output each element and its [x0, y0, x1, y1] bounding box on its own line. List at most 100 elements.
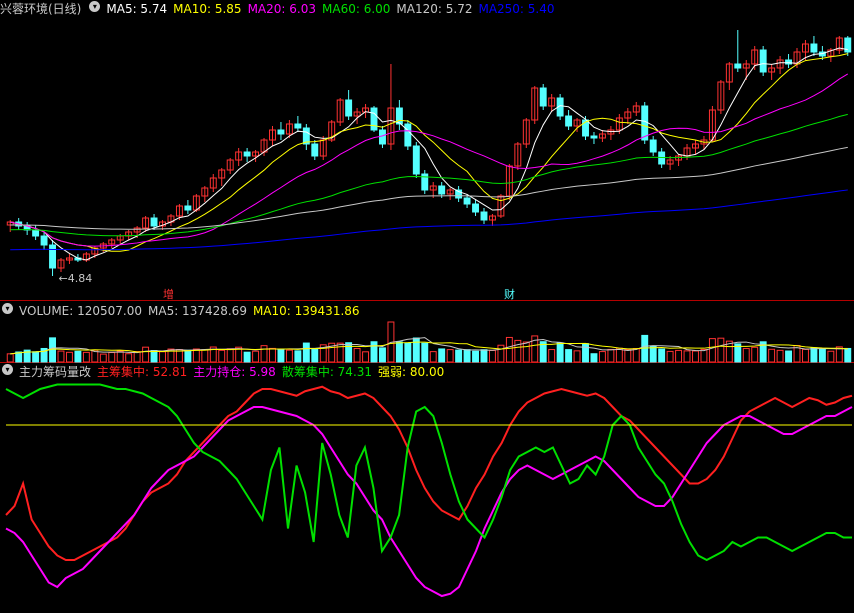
- volume-bar: [252, 350, 260, 363]
- volume-bar: [556, 342, 564, 363]
- volume-bar: [65, 351, 73, 363]
- volume-bar: [675, 349, 683, 363]
- volume-bar: [818, 348, 826, 363]
- ma-line: [10, 73, 849, 247]
- kline-chart[interactable]: ←4.84 增 财: [0, 0, 854, 613]
- candle-body: [649, 139, 657, 153]
- candle-body: [480, 211, 488, 221]
- volume-bar: [302, 342, 310, 363]
- volume-bar: [421, 342, 429, 363]
- volume-bar: [395, 341, 403, 363]
- candle-body: [277, 129, 285, 135]
- volume-bar: [311, 348, 319, 363]
- candle-body: [243, 151, 251, 157]
- volume-bar: [108, 352, 116, 363]
- indicator-line: [5, 406, 853, 598]
- candle-body: [810, 43, 818, 53]
- candle-body: [438, 185, 446, 195]
- volume-bar: [150, 349, 158, 363]
- candle-body: [734, 63, 742, 69]
- candle-body: [472, 203, 479, 213]
- volume-bar: [632, 347, 640, 363]
- candle-body: [785, 59, 793, 65]
- volume-bar: [649, 345, 657, 363]
- volume-bar: [277, 348, 285, 363]
- candle-body: [150, 217, 158, 227]
- volume-bar: [116, 350, 124, 363]
- volume-bar: [827, 350, 835, 363]
- volume-bar: [692, 350, 699, 363]
- volume-bar: [82, 351, 90, 363]
- volume-bar: [125, 353, 133, 363]
- candle-body: [49, 244, 56, 269]
- volume-bar: [810, 347, 818, 363]
- volume-bar: [683, 350, 691, 363]
- volume-bar: [336, 342, 344, 363]
- volume-bar: [717, 337, 725, 363]
- volume-bar: [455, 349, 463, 363]
- volume-bar: [285, 349, 293, 363]
- candle-body: [590, 135, 598, 139]
- candle-body: [412, 145, 420, 175]
- volume-bar: [294, 350, 302, 363]
- ma-line: [10, 189, 848, 251]
- volume-bar: [607, 348, 615, 363]
- volume-bar: [658, 348, 666, 363]
- volume-bar: [243, 351, 251, 363]
- volume-bar: [615, 347, 623, 363]
- volume-ma-line: [10, 341, 848, 355]
- volume-bar: [708, 338, 716, 363]
- volume-bar: [472, 350, 479, 363]
- volume-bar: [548, 349, 556, 363]
- candle-body: [759, 49, 767, 73]
- volume-bar: [565, 349, 573, 363]
- candle-body: [379, 129, 386, 145]
- volume-bar: [480, 349, 488, 363]
- volume-bar: [446, 349, 454, 363]
- candle-body: [565, 115, 573, 127]
- volume-bar: [776, 349, 784, 363]
- volume-bar: [201, 349, 209, 363]
- volume-bar: [573, 350, 581, 363]
- volume-bar: [345, 342, 353, 363]
- volume-bar: [768, 348, 776, 363]
- low-price-label: ←4.84: [59, 272, 93, 285]
- volume-bar: [192, 348, 200, 363]
- candle-body: [463, 197, 471, 205]
- volume-bar: [379, 347, 386, 363]
- candle-body: [404, 123, 412, 147]
- candle-body: [40, 235, 48, 246]
- volume-bar: [742, 348, 750, 363]
- volume-bar: [497, 344, 505, 363]
- volume-bar: [404, 342, 412, 363]
- volume-bar: [666, 350, 674, 363]
- volume-bar: [429, 351, 437, 363]
- volume-bar: [582, 343, 589, 363]
- volume-bar: [522, 341, 530, 363]
- volume-bar: [260, 345, 268, 363]
- volume-bar: [785, 350, 793, 363]
- volume-bar: [74, 350, 82, 363]
- ma-line: [10, 113, 848, 237]
- candle-body: [539, 87, 547, 107]
- indicator-line: [5, 383, 852, 562]
- volume-bar: [514, 339, 522, 363]
- volume-bar: [590, 353, 598, 363]
- ma-line: [10, 53, 848, 252]
- volume-bar: [802, 348, 809, 363]
- volume-bar: [598, 351, 606, 363]
- marker-cai: 财: [504, 287, 515, 301]
- volume-bar: [269, 347, 276, 363]
- volume-bar: [488, 349, 496, 363]
- volume-bar: [353, 347, 361, 363]
- candle-body: [32, 229, 40, 237]
- volume-bar: [159, 351, 166, 363]
- candle-body: [844, 37, 852, 53]
- candle-body: [345, 99, 353, 117]
- volume-bar: [438, 348, 446, 363]
- volume-bar: [99, 353, 107, 363]
- volume-bar: [57, 350, 65, 363]
- volume-bar: [844, 347, 852, 363]
- volume-bar: [142, 346, 150, 363]
- candle-body: [641, 105, 649, 141]
